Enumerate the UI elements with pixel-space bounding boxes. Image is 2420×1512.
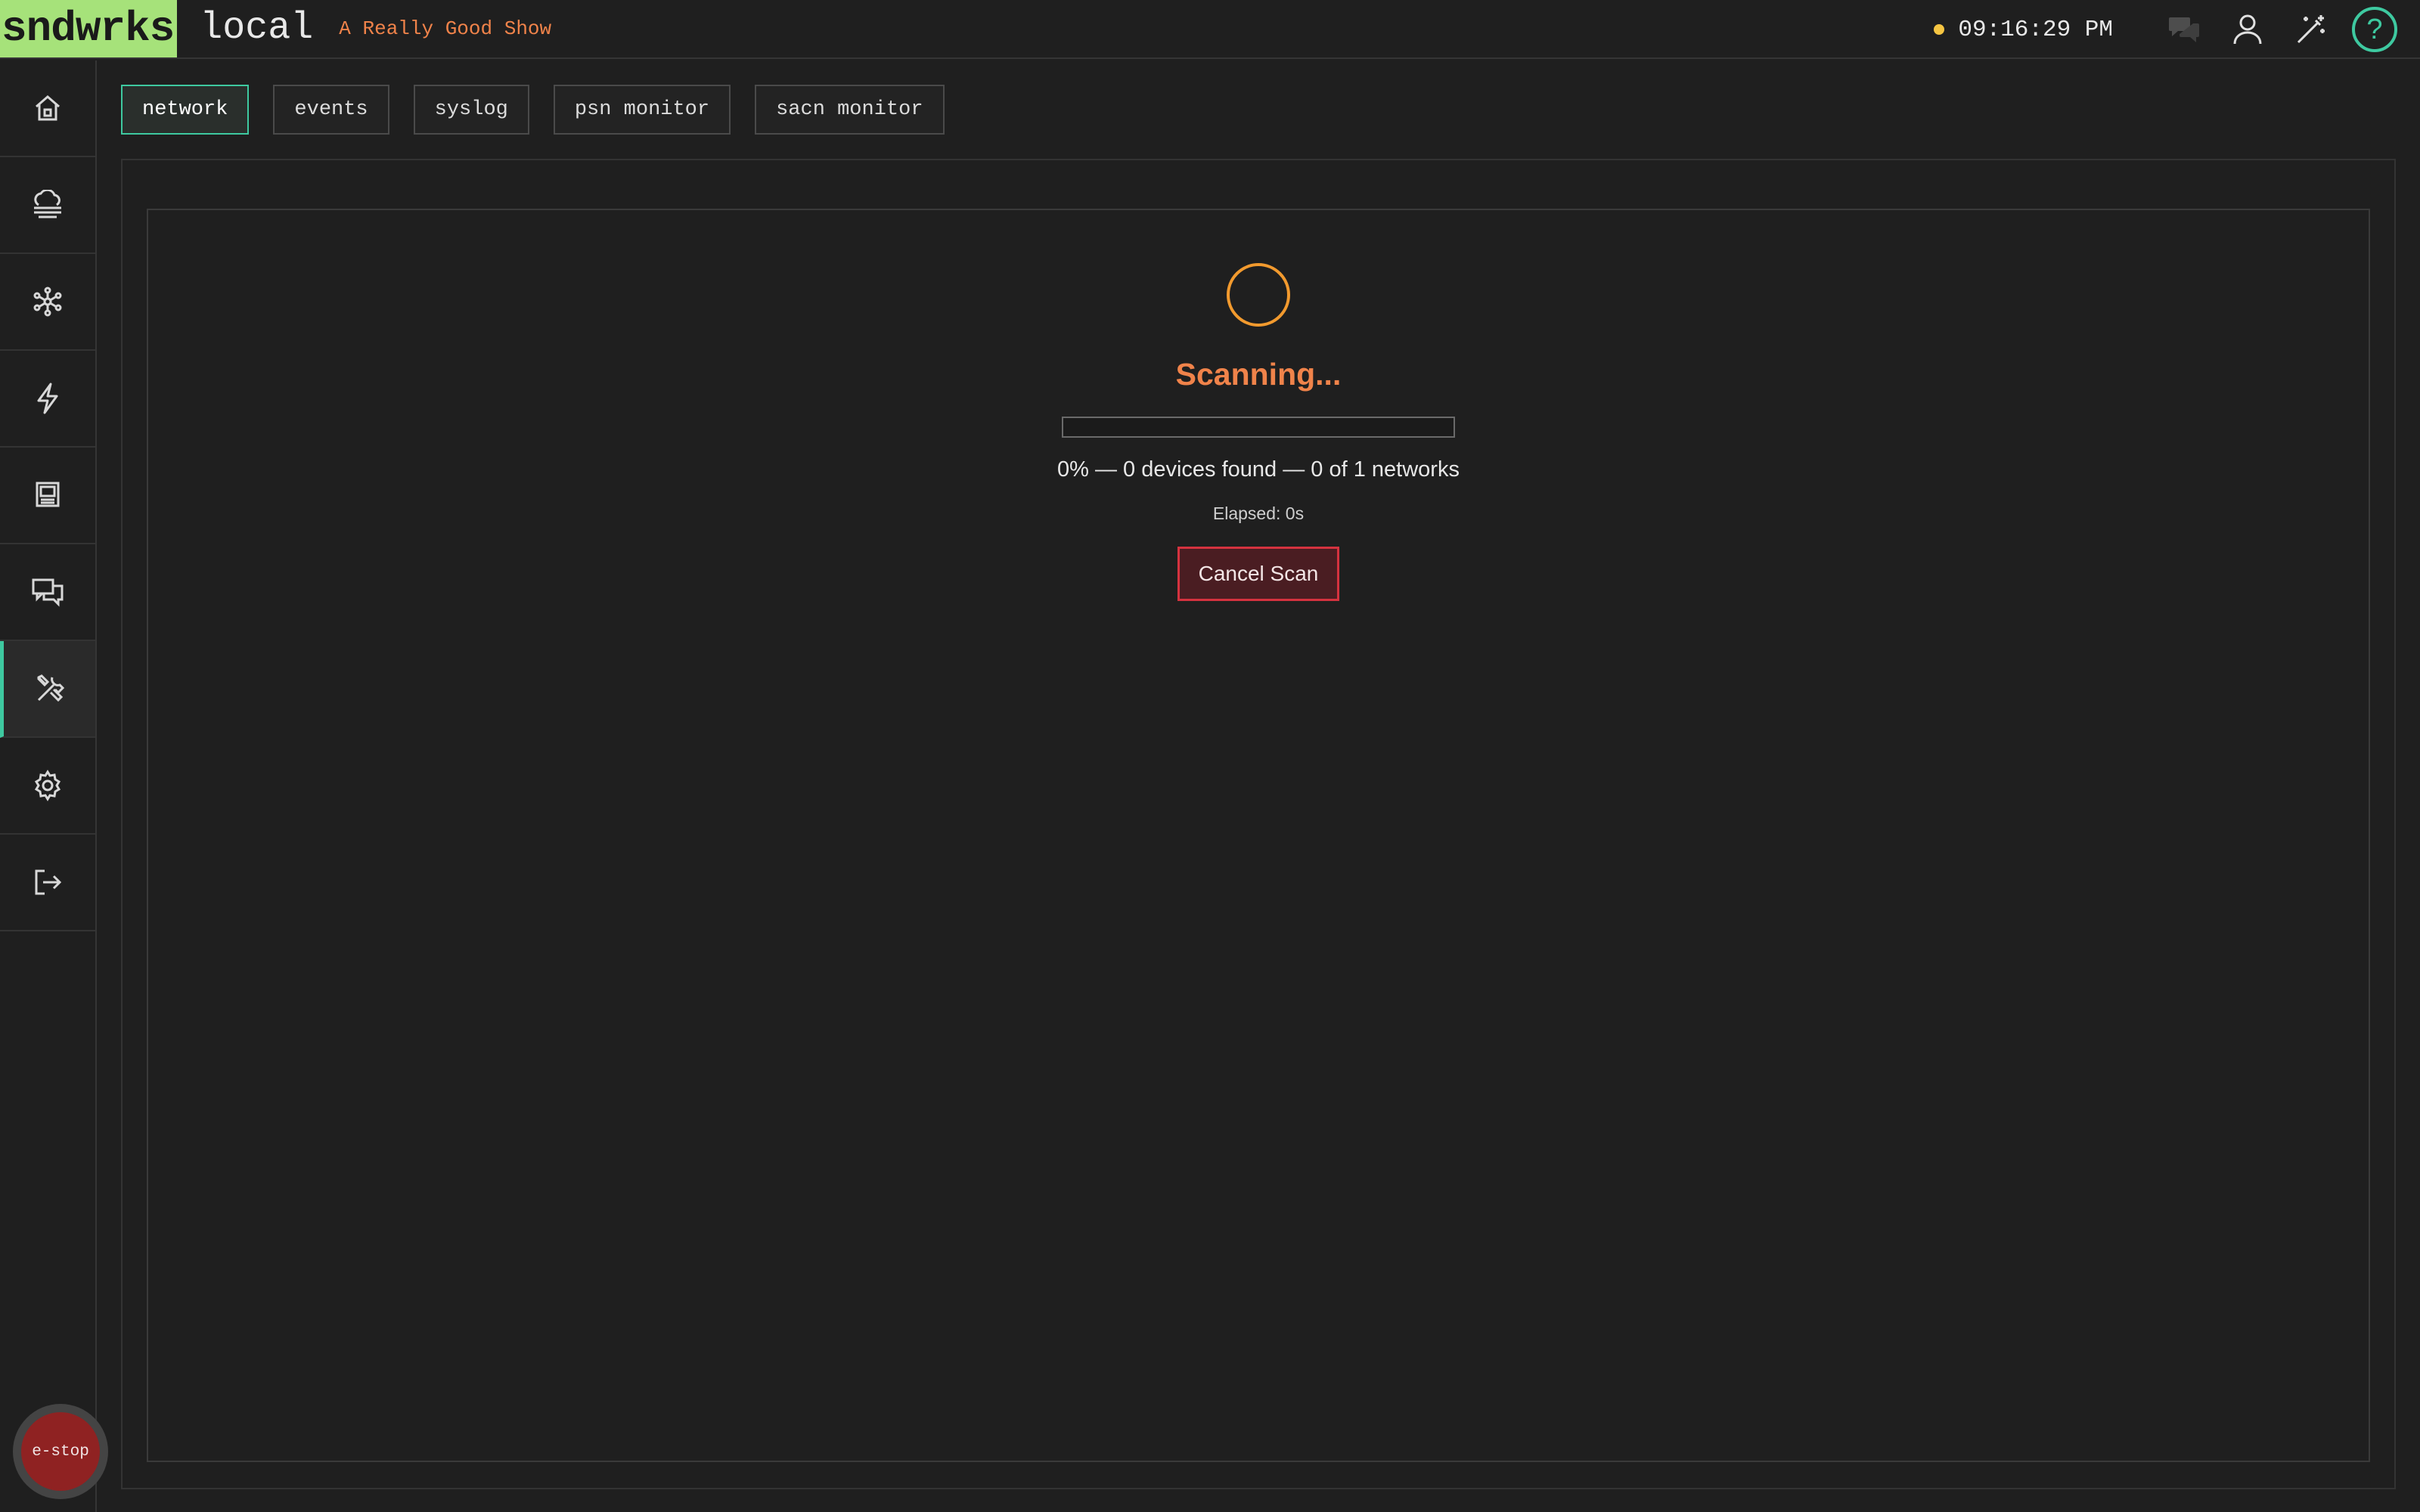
elapsed-time: Elapsed: 0s <box>1212 503 1305 523</box>
sidebar-item-logout[interactable] <box>0 835 95 931</box>
help-glyph: ? <box>2352 7 2397 52</box>
venue-name: local <box>200 7 314 50</box>
lightning-icon <box>37 383 58 414</box>
chat-bubbles-icon <box>32 578 64 607</box>
loading-spinner-icon <box>1227 263 1290 327</box>
sidebar-item-home[interactable] <box>0 60 95 157</box>
show-name: A Really Good Show <box>339 17 552 40</box>
tab-sacn-monitor[interactable]: sacn monitor <box>755 85 945 135</box>
e-stop-label: e-stop <box>21 1412 100 1491</box>
sidebar-item-tools[interactable] <box>0 641 95 738</box>
cloud-stack-icon <box>34 190 61 218</box>
sidebar-item-devices[interactable] <box>0 157 95 254</box>
sidebar-item-power[interactable] <box>0 351 95 448</box>
sidebar-item-settings[interactable] <box>0 738 95 835</box>
scan-progress-bar <box>1062 417 1455 438</box>
app-logo[interactable]: sndwrks <box>0 0 178 57</box>
sidebar: e-stop <box>0 60 108 1512</box>
connection-status-indicator <box>1934 24 1945 35</box>
tools-icon <box>37 674 64 702</box>
user-icon[interactable] <box>2225 7 2270 52</box>
logout-icon <box>35 869 62 895</box>
top-right-controls: 09:16:29 PM ? <box>1934 0 2397 59</box>
monitor-icon <box>36 482 60 507</box>
tab-syslog[interactable]: syslog <box>413 85 529 135</box>
clock: 09:16:29 PM <box>1958 16 2113 43</box>
scan-status: Scanning... 0% — 0 devices found — 0 of … <box>148 263 2369 601</box>
top-bar: sndwrks local A Really Good Show 09:16:2… <box>0 0 2420 59</box>
e-stop-button[interactable]: e-stop <box>13 1404 108 1499</box>
sidebar-item-messages[interactable] <box>0 544 95 641</box>
help-icon[interactable]: ? <box>2352 7 2397 52</box>
chat-icon[interactable] <box>2161 7 2207 52</box>
tab-bar: network events syslog psn monitor sacn m… <box>121 85 969 135</box>
sidebar-item-network-graph[interactable] <box>0 254 95 351</box>
tab-events[interactable]: events <box>273 85 389 135</box>
scan-panel: Scanning... 0% — 0 devices found — 0 of … <box>147 209 2370 1462</box>
home-icon <box>36 95 60 121</box>
magic-wand-icon[interactable] <box>2288 7 2334 52</box>
tab-network[interactable]: network <box>121 85 250 135</box>
sidebar-item-console[interactable] <box>0 448 95 544</box>
cancel-scan-button[interactable]: Cancel Scan <box>1177 547 1339 601</box>
network-nodes-icon <box>33 287 62 317</box>
gear-icon <box>34 770 61 801</box>
scan-stats: 0% — 0 devices found — 0 of 1 networks <box>1057 457 1460 482</box>
scan-title: Scanning... <box>1175 357 1342 392</box>
tab-psn-monitor[interactable]: psn monitor <box>553 85 731 135</box>
